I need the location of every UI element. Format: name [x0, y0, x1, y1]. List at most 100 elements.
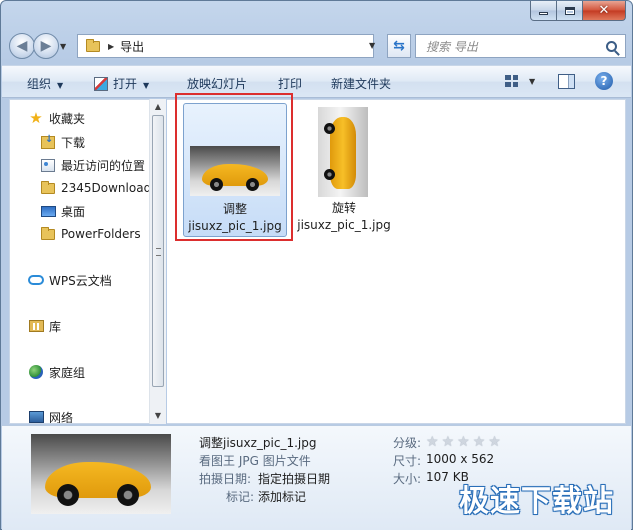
detail-filetype: 看图王 JPG 图片文件 — [199, 454, 311, 468]
star-empty-icon[interactable]: ★ — [488, 434, 501, 450]
search-icon[interactable] — [606, 40, 617, 52]
navigation-scrollbar[interactable]: ▲ ▼ — [149, 99, 166, 424]
homegroup-icon — [28, 364, 44, 380]
change-view-icon[interactable] — [505, 75, 518, 87]
forward-button[interactable]: ▶ — [33, 33, 59, 59]
preview-thumbnail — [31, 434, 171, 514]
file-item-adjusted[interactable]: 调整 jisuxz_pic_1.jpg — [183, 103, 287, 237]
open-button[interactable]: 打开 ▼ — [94, 75, 149, 92]
sidebar-item-label: 下载 — [61, 135, 86, 150]
close-button[interactable]: ✕ — [583, 1, 626, 21]
close-icon: ✕ — [598, 3, 610, 18]
library-icon — [28, 318, 44, 334]
file-name-line2: jisuxz_pic_1.jpg — [297, 218, 391, 232]
detail-dims-value: 1000 x 562 — [426, 452, 495, 466]
minimize-button[interactable] — [530, 1, 557, 21]
preview-pane-icon[interactable] — [558, 74, 575, 89]
minimize-icon — [539, 12, 548, 15]
view-options-dropdown[interactable]: ▼ — [529, 77, 535, 86]
sidebar-item-wps-cloud[interactable]: WPS云文档 — [28, 270, 112, 290]
sidebar-item-homegroup[interactable]: 家庭组 — [28, 362, 85, 382]
file-item-rotated[interactable]: 旋转 jisuxz_pic_1.jpg — [297, 103, 391, 237]
thumbnail-image — [190, 146, 280, 196]
sidebar-item-2345downloads[interactable]: 2345Downloads — [40, 178, 149, 198]
chevron-down-icon: ▼ — [57, 81, 64, 90]
sidebar-item-label: 库 — [49, 319, 62, 334]
rating-stars[interactable]: ★ ★ ★ ★ ★ — [426, 434, 501, 450]
address-dropdown[interactable]: ▼ — [369, 41, 375, 50]
detail-date-value[interactable]: 指定拍摄日期 — [258, 470, 330, 487]
sidebar-item-label: WPS云文档 — [49, 273, 112, 288]
sidebar-item-label: 网络 — [49, 410, 74, 424]
sidebar-item-libraries[interactable]: 库 — [28, 316, 61, 336]
sidebar-item-label: PowerFolders — [61, 227, 141, 241]
navigation-pane: ★ 收藏夹 下载 最近访问的位置 2345Downloads 桌面 PowerFo… — [9, 99, 149, 424]
scrollbar-thumb[interactable] — [152, 115, 164, 387]
sidebar-item-label: 2345Downloads — [61, 181, 149, 195]
detail-filename: 调整jisuxz_pic_1.jpg — [199, 436, 317, 450]
search-box[interactable]: 搜索 导出 — [415, 34, 626, 58]
print-button[interactable]: 打印 — [278, 75, 302, 92]
image-viewer-icon — [94, 77, 108, 91]
scroll-up-icon[interactable]: ▲ — [150, 99, 166, 115]
sidebar-item-favorites[interactable]: ★ 收藏夹 — [28, 108, 85, 128]
folder-icon — [40, 180, 56, 196]
detail-dims-label: 尺寸: — [393, 454, 422, 468]
new-folder-button[interactable]: 新建文件夹 — [331, 75, 391, 92]
forward-arrow-icon: ▶ — [40, 38, 52, 54]
navigation-bar: ◀ ▶ ▼ ▶ 导出 ▼ ⇆ 搜索 导出 — [9, 33, 626, 59]
sidebar-item-powerfolders[interactable]: PowerFolders — [40, 224, 141, 244]
breadcrumb-chevron-icon[interactable]: ▶ — [108, 42, 114, 51]
detail-tags-value[interactable]: 添加标记 — [258, 488, 306, 505]
chevron-down-icon: ▼ — [143, 81, 150, 90]
network-icon — [28, 409, 44, 423]
sidebar-item-recent-places[interactable]: 最近访问的位置 — [40, 155, 145, 175]
watermark-text: 极速下载站 — [459, 484, 614, 519]
star-empty-icon[interactable]: ★ — [473, 434, 486, 450]
folder-icon — [86, 38, 100, 52]
star-empty-icon[interactable]: ★ — [426, 434, 439, 450]
file-name-line2: jisuxz_pic_1.jpg — [188, 219, 282, 233]
sidebar-item-desktop[interactable]: 桌面 — [40, 201, 85, 221]
detail-rating-label: 分级: — [393, 436, 422, 450]
detail-tags-label: 标记: — [226, 490, 255, 504]
explorer-window: ✕ ◀ ▶ ▼ ▶ 导出 ▼ ⇆ 搜索 导出 组织 ▼ 打开 ▼ 放映幻灯片 打印 … — [0, 0, 633, 530]
folder-icon — [40, 226, 56, 242]
star-empty-icon[interactable]: ★ — [457, 434, 470, 450]
file-name-line1: 旋转 — [331, 201, 356, 215]
file-name-line1: 调整 — [222, 202, 247, 216]
back-arrow-icon: ◀ — [16, 38, 28, 54]
star-icon: ★ — [29, 109, 43, 127]
downloads-folder-icon — [40, 134, 56, 150]
organize-label: 组织 — [27, 77, 52, 91]
search-input[interactable]: 搜索 导出 — [426, 38, 606, 55]
slideshow-button[interactable]: 放映幻灯片 — [187, 75, 247, 92]
sidebar-item-label: 家庭组 — [49, 365, 86, 380]
detail-date-label: 拍摄日期: — [199, 472, 252, 486]
breadcrumb-current[interactable]: 导出 — [120, 38, 144, 55]
help-icon[interactable]: ? — [595, 72, 613, 90]
sidebar-item-network[interactable]: 网络 — [28, 407, 74, 424]
address-bar[interactable]: ▶ 导出 — [77, 34, 374, 58]
sidebar-item-label: 桌面 — [61, 204, 86, 219]
open-label: 打开 — [113, 77, 138, 91]
desktop-icon — [40, 203, 56, 219]
sidebar-item-downloads[interactable]: 下载 — [40, 132, 85, 152]
refresh-button[interactable]: ⇆ — [387, 34, 411, 58]
maximize-button[interactable] — [557, 1, 583, 21]
detail-size-label: 大小: — [393, 472, 422, 486]
command-bar: 组织 ▼ 打开 ▼ 放映幻灯片 打印 新建文件夹 ▼ ? — [2, 65, 631, 98]
window-controls: ✕ — [530, 1, 626, 21]
back-button[interactable]: ◀ — [9, 33, 35, 59]
star-empty-icon[interactable]: ★ — [442, 434, 455, 450]
organize-button[interactable]: 组织 ▼ — [27, 75, 63, 92]
sidebar-item-label: 收藏夹 — [49, 111, 86, 126]
recent-pages-dropdown[interactable]: ▼ — [60, 42, 66, 51]
sidebar-item-label: 最近访问的位置 — [61, 158, 146, 173]
cloud-icon — [28, 272, 44, 288]
refresh-icon: ⇆ — [393, 38, 405, 54]
scroll-down-icon[interactable]: ▼ — [150, 408, 166, 424]
maximize-icon — [564, 6, 575, 15]
recent-places-icon — [40, 157, 56, 173]
thumbnail-image — [318, 107, 368, 197]
